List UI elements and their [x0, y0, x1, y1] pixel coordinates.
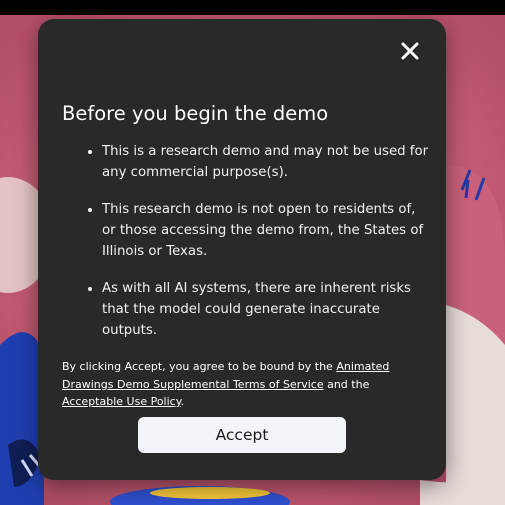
agreement-prefix: By clicking Accept, you agree to be boun…	[62, 360, 337, 373]
disclaimer-item-ai-risk: As with all AI systems, there are inhere…	[102, 278, 432, 341]
top-bar	[0, 0, 505, 15]
disclaimer-modal: Before you begin the demo This is a rese…	[38, 19, 446, 480]
modal-title: Before you begin the demo	[62, 102, 329, 125]
agreement-suffix: .	[180, 395, 185, 408]
acceptable-use-policy-link[interactable]: Acceptable Use Policy	[62, 395, 181, 408]
disclaimer-item-residency: This research demo is not open to reside…	[102, 199, 432, 262]
accept-button[interactable]: Accept	[138, 417, 346, 453]
disclaimer-list: This is a research demo and may not be u…	[62, 141, 432, 357]
agreement-text: By clicking Accept, you agree to be boun…	[62, 358, 422, 411]
close-icon[interactable]	[400, 41, 420, 61]
agreement-middle: and the	[323, 377, 370, 391]
disclaimer-item-commercial: This is a research demo and may not be u…	[102, 141, 432, 183]
app-stage: Before you begin the demo This is a rese…	[0, 0, 505, 505]
